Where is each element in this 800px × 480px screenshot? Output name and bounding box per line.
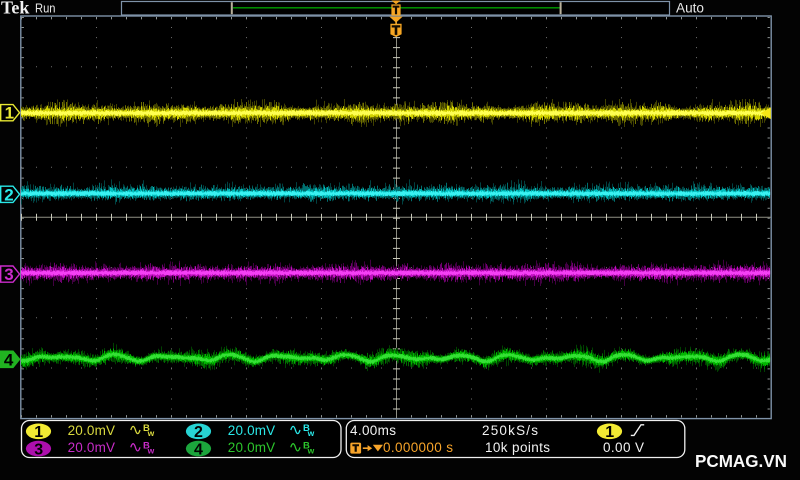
svg-text:w: w xyxy=(147,445,155,455)
svg-text:3: 3 xyxy=(34,441,43,458)
svg-text:4: 4 xyxy=(4,350,14,369)
svg-text:1: 1 xyxy=(34,424,43,441)
svg-text:20.0mV: 20.0mV xyxy=(228,423,275,438)
svg-text:1: 1 xyxy=(5,104,14,123)
svg-text:w: w xyxy=(307,428,315,438)
svg-text:Tek: Tek xyxy=(1,0,29,18)
svg-text:20.0mV: 20.0mV xyxy=(68,440,115,455)
svg-text:1: 1 xyxy=(605,424,614,441)
svg-text:2: 2 xyxy=(4,185,13,204)
svg-text:3: 3 xyxy=(4,265,13,284)
svg-text:0.000000 s: 0.000000 s xyxy=(383,440,453,455)
svg-text:w: w xyxy=(147,428,155,438)
svg-text:4: 4 xyxy=(194,441,203,458)
svg-text:4.00ms: 4.00ms xyxy=(350,423,396,438)
svg-text:Run: Run xyxy=(35,0,56,15)
svg-text:w: w xyxy=(307,445,315,455)
svg-text:2: 2 xyxy=(194,424,203,441)
svg-text:250kS/s: 250kS/s xyxy=(482,423,538,438)
svg-text:0.00 V: 0.00 V xyxy=(603,440,644,455)
svg-text:10k points: 10k points xyxy=(485,440,550,455)
svg-text:20.0mV: 20.0mV xyxy=(68,423,115,438)
svg-text:Auto: Auto xyxy=(676,0,704,15)
svg-text:20.0mV: 20.0mV xyxy=(228,440,275,455)
svg-text:PCMAG.VN: PCMAG.VN xyxy=(695,451,787,471)
